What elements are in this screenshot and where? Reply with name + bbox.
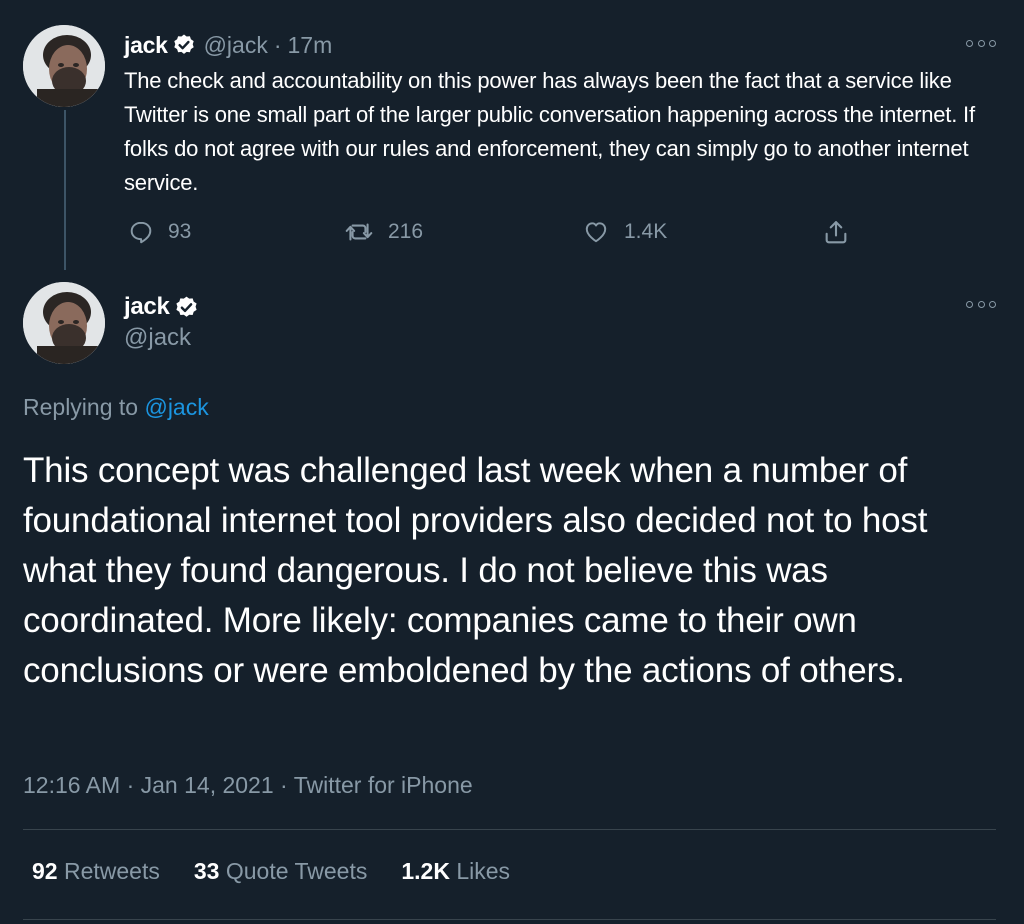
main-author-handle[interactable]: @jack	[124, 324, 191, 352]
quote-tweets-stat[interactable]: 33 Quote Tweets	[194, 858, 367, 885]
divider	[23, 829, 996, 830]
tweet-source[interactable]: Twitter for iPhone	[294, 772, 473, 798]
replying-to-link[interactable]: @jack	[144, 394, 208, 420]
parent-tweet-header: jack @jack · 17m	[124, 29, 332, 61]
tweet-stats: 92 Retweets 33 Quote Tweets 1.2K Likes	[32, 858, 544, 885]
parent-tweet-text: The check and accountability on this pow…	[124, 68, 975, 195]
retweet-icon	[345, 223, 373, 241]
main-tweet-text: This concept was challenged last week wh…	[23, 451, 928, 690]
retweets-stat[interactable]: 92 Retweets	[32, 858, 160, 885]
reply-count: 93	[168, 220, 192, 243]
like-count: 1.4K	[624, 220, 668, 243]
parent-author-handle[interactable]: @jack	[204, 32, 268, 59]
share-icon	[825, 221, 847, 244]
tweet-date[interactable]: Jan 14, 2021	[141, 772, 274, 798]
reply-icon	[130, 221, 152, 244]
heart-icon	[585, 222, 607, 243]
quote-tweets-count: 33	[193, 858, 220, 884]
parent-author-name[interactable]: jack	[124, 32, 168, 59]
tweet-time[interactable]: 12:16 AM	[23, 772, 120, 798]
main-tweet-author: jack	[124, 290, 207, 324]
likes-stat[interactable]: 1.2K Likes	[401, 858, 510, 885]
tweet-metadata: 12:16 AM · Jan 14, 2021 · Twitter for iP…	[23, 772, 473, 799]
retweet-count: 216	[388, 220, 424, 243]
share-button[interactable]	[822, 214, 864, 250]
replying-to: Replying to @jack	[23, 394, 209, 421]
parent-tweet-avatar[interactable]	[23, 25, 105, 107]
like-button[interactable]: 1.4K	[582, 214, 667, 250]
verified-badge-icon	[174, 295, 199, 320]
retweets-label: Retweets	[63, 858, 160, 884]
verified-badge-icon	[172, 33, 196, 57]
likes-label: Likes	[456, 858, 511, 884]
parent-tweet-time[interactable]: 17m	[288, 32, 333, 59]
main-tweet-avatar[interactable]	[23, 282, 105, 364]
divider	[23, 919, 996, 920]
tweet-thread: jack @jack · 17m The check and accountab…	[0, 0, 1024, 924]
quote-tweets-label: Quote Tweets	[225, 858, 368, 884]
replying-to-label: Replying to	[23, 394, 139, 420]
more-options-icon[interactable]	[966, 296, 996, 312]
likes-count: 1.2K	[401, 858, 450, 884]
parent-tweet-actions: 93 216 1.4K	[124, 214, 864, 250]
meta-separator: ·	[126, 772, 135, 798]
retweet-button[interactable]: 216	[344, 214, 423, 250]
thread-connector-line	[64, 110, 66, 270]
more-options-icon[interactable]	[966, 35, 996, 51]
header-separator: ·	[273, 31, 282, 58]
reply-button[interactable]: 93	[128, 214, 191, 250]
retweets-count: 92	[32, 858, 58, 884]
main-author-name[interactable]: jack	[124, 293, 170, 321]
meta-separator: ·	[280, 772, 288, 798]
